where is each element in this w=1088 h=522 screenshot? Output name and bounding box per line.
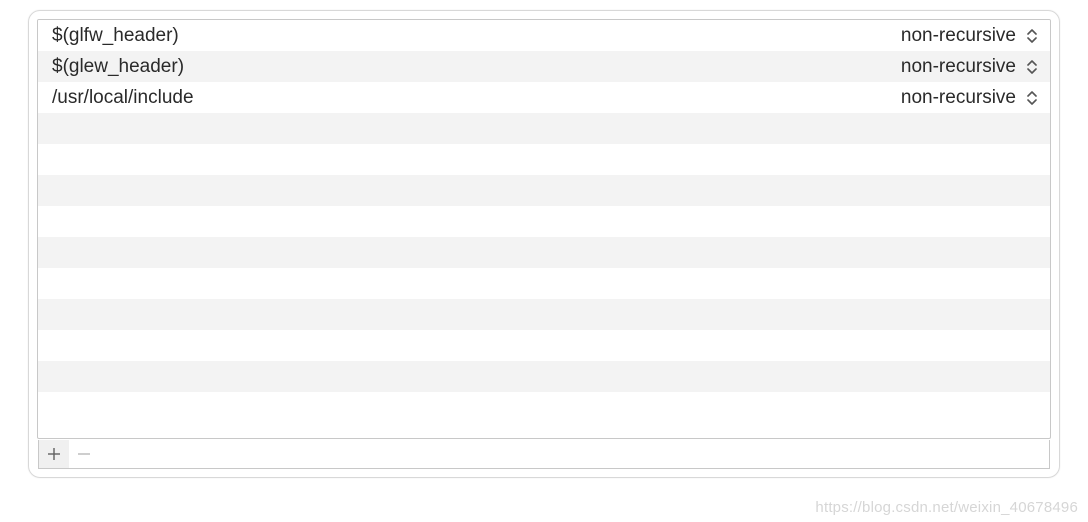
add-button[interactable] [39, 440, 69, 468]
table-row[interactable] [38, 144, 1050, 175]
table-row[interactable] [38, 361, 1050, 392]
table-row[interactable] [38, 392, 1050, 423]
remove-button[interactable] [69, 440, 99, 468]
table-row[interactable] [38, 268, 1050, 299]
recursion-mode-select[interactable]: non-recursive [901, 25, 1040, 47]
chevron-up-down-icon [1026, 58, 1038, 76]
watermark-text: https://blog.csdn.net/weixin_40678496 [815, 499, 1078, 516]
path-cell[interactable]: $(glfw_header) [52, 25, 901, 47]
table-row[interactable] [38, 206, 1050, 237]
path-cell[interactable]: $(glew_header) [52, 56, 901, 78]
table-row[interactable]: /usr/local/includenon-recursive [38, 82, 1050, 113]
table-footer [38, 440, 1050, 469]
table-row[interactable] [38, 330, 1050, 361]
chevron-up-down-icon [1026, 89, 1038, 107]
paths-table: $(glfw_header)non-recursive$(glew_header… [37, 19, 1051, 439]
mode-label: non-recursive [901, 25, 1016, 47]
table-row[interactable] [38, 175, 1050, 206]
recursion-mode-select[interactable]: non-recursive [901, 56, 1040, 78]
table-row[interactable]: $(glfw_header)non-recursive [38, 20, 1050, 51]
table-body: $(glfw_header)non-recursive$(glew_header… [38, 20, 1050, 438]
table-row[interactable] [38, 237, 1050, 268]
mode-label: non-recursive [901, 56, 1016, 78]
table-row[interactable] [38, 299, 1050, 330]
search-paths-panel: $(glfw_header)non-recursive$(glew_header… [28, 10, 1060, 478]
table-row[interactable] [38, 113, 1050, 144]
path-cell[interactable]: /usr/local/include [52, 87, 901, 109]
mode-label: non-recursive [901, 87, 1016, 109]
table-row[interactable]: $(glew_header)non-recursive [38, 51, 1050, 82]
chevron-up-down-icon [1026, 27, 1038, 45]
recursion-mode-select[interactable]: non-recursive [901, 87, 1040, 109]
